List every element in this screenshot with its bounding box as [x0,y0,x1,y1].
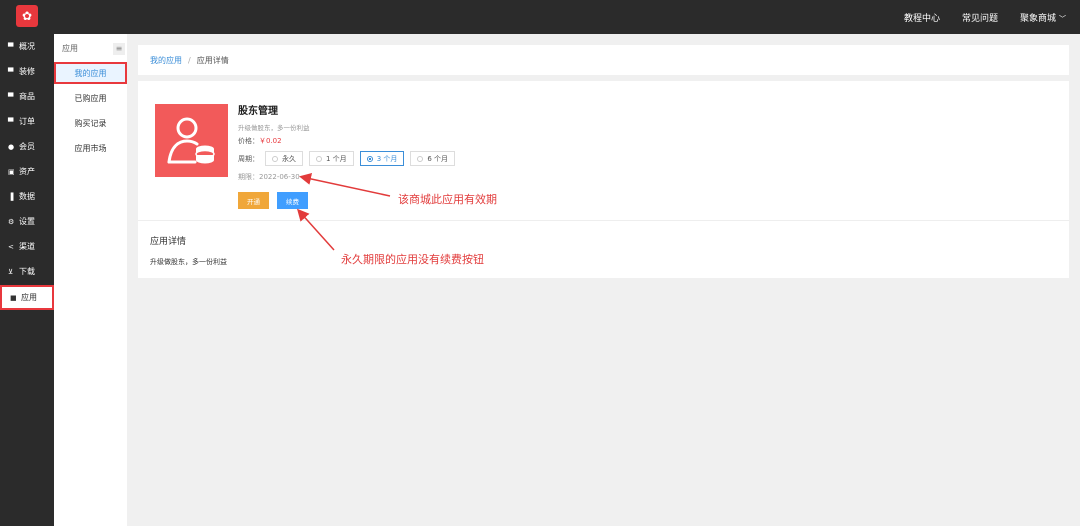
subnav-item-my-apps[interactable]: 我的应用 [54,62,127,84]
sidebar-item-label: 会员 [19,142,35,151]
period-option-1-month[interactable]: 1 个月 [309,151,354,166]
expire-date: 期限：2022-06-30 [238,173,300,181]
sidebar-item-label: 商品 [19,92,35,101]
divider [138,220,1069,221]
renew-button[interactable]: 续费 [277,192,308,209]
annotation-no-renew: 永久期限的应用没有续费按钮 [341,253,484,266]
period-option-6-months[interactable]: 6 个月 [410,151,456,166]
details-title: 应用详情 [150,237,187,247]
secondary-sidebar: 应用 ≡ 我的应用 已购应用 购买记录 应用市场 [54,34,127,526]
chevron-down-icon: ﹀ [1059,14,1066,23]
subnav-item-records[interactable]: 购买记录 [54,112,127,134]
radio-icon [417,155,424,162]
radio-icon [316,155,322,162]
breadcrumb-parent[interactable]: 我的应用 [150,55,182,66]
period-option-forever[interactable]: 永久 [265,151,303,166]
download-icon: ⊻ [8,267,14,276]
period-option-label: 6 个月 [427,154,449,163]
primary-sidebar: ▀ 概况 ▀ 装修 ▀ 商品 ▀ 订单 ● 会员 ▣ 资产 ▐ 数据 ⚙ 设置 < 渠道 ⊻ 下载 … [0,34,54,526]
period-option-label: 永久 [282,154,296,163]
nav-faq[interactable]: 常见问题 [962,11,998,24]
sidebar-item-label: 应用 [21,293,37,302]
subnav-header: 应用 [62,44,78,53]
breadcrumb-separator: / [188,55,191,65]
shareholder-icon [155,104,228,177]
menu-icon[interactable]: ≡ [113,43,125,55]
asset-icon: ▣ [8,167,15,176]
radio-icon [272,155,278,162]
open-button[interactable]: 开通 [238,192,269,209]
nav-tutorial[interactable]: 教程中心 [904,11,940,24]
top-nav: 教程中心 常见问题 聚象商城 ﹀ [904,0,1066,34]
sidebar-item-label: 概况 [19,42,35,51]
sidebar-item-label: 资产 [19,167,35,176]
period-option-label: 1 个月 [326,154,347,163]
details-text: 升级做股东，多一份利益 [150,258,227,266]
sidebar-item-assets[interactable]: ▣ 资产 [0,159,54,184]
period-row: 周期： 永久 1 个月 3 个月 6 个月 [238,151,456,166]
sidebar-item-data[interactable]: ▐ 数据 [0,184,54,209]
sidebar-item-decor[interactable]: ▀ 装修 [0,59,54,84]
sidebar-item-label: 数据 [19,192,35,201]
order-icon: ▀ [8,117,14,126]
radio-checked-icon [366,155,373,162]
period-option-3-months[interactable]: 3 个月 [359,151,405,166]
app-description: 升级做股东，多一份利益 [238,124,310,132]
sidebar-item-label: 渠道 [19,242,35,251]
sidebar-item-orders[interactable]: ▀ 订单 [0,109,54,134]
goods-icon: ▀ [8,92,14,101]
price-label: 价格： [238,137,259,145]
sidebar-item-apps[interactable]: ■ 应用 [0,285,54,310]
app-icon: ■ [10,293,17,302]
monitor-icon: ▀ [8,42,14,51]
top-bar: ✿ 教程中心 常见问题 聚象商城 ﹀ [0,0,1080,34]
sidebar-item-settings[interactable]: ⚙ 设置 [0,209,54,234]
subnav-item-market[interactable]: 应用市场 [54,137,127,159]
period-label: 周期： [238,154,259,163]
shop-name: 聚象商城 [1019,13,1056,24]
app-detail-card: 股东管理 升级做股东，多一份利益 价格：￥0.02 周期： 永久 1 个月 3 … [138,81,1069,278]
breadcrumb: 我的应用 / 应用详情 [138,45,1069,75]
chart-icon: ▐ [8,192,14,201]
user-icon: ● [8,142,15,151]
price-value: ￥0.02 [259,137,282,145]
sidebar-item-members[interactable]: ● 会员 [0,134,54,159]
annotation-validity: 该商城此应用有效期 [398,193,497,206]
sidebar-item-label: 设置 [19,217,35,226]
sidebar-item-label: 订单 [19,117,35,126]
sidebar-item-goods[interactable]: ▀ 商品 [0,84,54,109]
decor-icon: ▀ [8,67,14,76]
logo-icon[interactable]: ✿ [16,5,38,27]
shop-switcher[interactable]: 聚象商城 ﹀ [1020,11,1066,24]
price-row: 价格：￥0.02 [238,136,282,146]
sidebar-item-channels[interactable]: < 渠道 [0,234,54,259]
app-title: 股东管理 [238,106,278,117]
gear-icon: ⚙ [8,217,15,226]
period-option-label: 3 个月 [376,154,398,163]
sidebar-item-label: 下载 [19,267,35,276]
sidebar-item-download[interactable]: ⊻ 下载 [0,259,54,284]
breadcrumb-current: 应用详情 [196,55,229,65]
share-icon: < [8,242,14,251]
sidebar-item-label: 装修 [19,67,35,76]
subnav-item-purchased[interactable]: 已购应用 [54,87,127,109]
sidebar-item-overview[interactable]: ▀ 概况 [0,34,54,59]
